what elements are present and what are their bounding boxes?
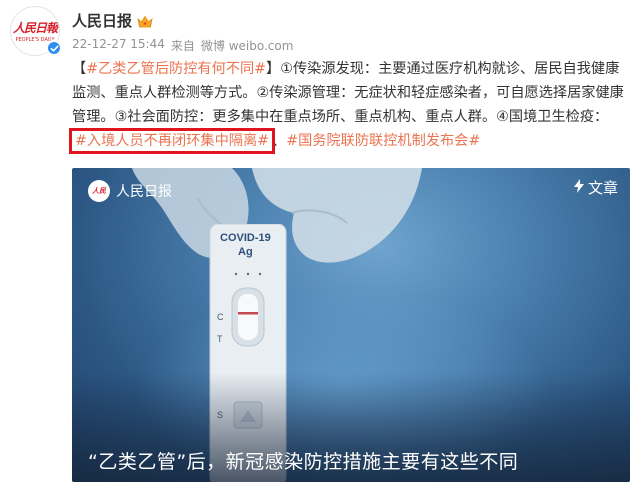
post-time[interactable]: 22-12-27 15:44: [72, 37, 165, 54]
bracket-open: 【: [72, 61, 87, 77]
media-author-name: 人民日报: [116, 184, 172, 200]
hashtag-main[interactable]: #乙类乙管后防控有何不同#: [86, 61, 266, 77]
media-caption: “乙类乙管”后，新冠感染防控措施主要有这些不同: [88, 451, 519, 473]
post-source[interactable]: 微博 weibo.com: [201, 37, 294, 54]
card-mark-t: T: [217, 334, 223, 344]
hashtag-last[interactable]: #国务院联防联控机制发布会#: [286, 133, 480, 149]
hashtag-separator: 、: [272, 133, 287, 149]
card-label-covid: COVID-19: [220, 232, 271, 244]
article-label[interactable]: 文章: [573, 177, 618, 198]
source-prefix: 来自: [170, 39, 195, 53]
card-mark-c: C: [217, 312, 224, 322]
avatar-logo-text: 人民日報: [12, 21, 58, 35]
article-label-text: 文章: [587, 179, 618, 197]
verified-check-icon: [46, 40, 62, 56]
lightning-icon: [573, 178, 584, 197]
user-name[interactable]: 人民日报: [72, 10, 132, 31]
hashtag-highlighted[interactable]: #入境人员不再闭环集中隔离#: [68, 128, 276, 154]
post-text: 【#乙类乙管后防控有何不同#】①传染源发现：主要通过医疗机构就诊、居民自我健康监…: [68, 57, 632, 154]
weibo-post: 人民日報 PEOPLE'S DAILY 人民日报 22-12-27 15:44 …: [0, 0, 641, 482]
article-card[interactable]: COVID-19 Ag C T S 人民 人民日报 文章 “乙类乙管”后，新冠感…: [72, 168, 630, 482]
media-author: 人民 人民日报: [88, 180, 172, 202]
crown-icon[interactable]: [137, 14, 153, 28]
post-meta: 22-12-27 15:44 来自 微博 weibo.com: [72, 37, 293, 54]
bracket-close: 】: [266, 61, 281, 77]
post-header: 人民日报: [72, 10, 153, 31]
media-avatar: 人民: [88, 180, 110, 202]
avatar[interactable]: 人民日報 PEOPLE'S DAILY: [10, 6, 62, 56]
card-label-ag: Ag: [238, 246, 253, 258]
